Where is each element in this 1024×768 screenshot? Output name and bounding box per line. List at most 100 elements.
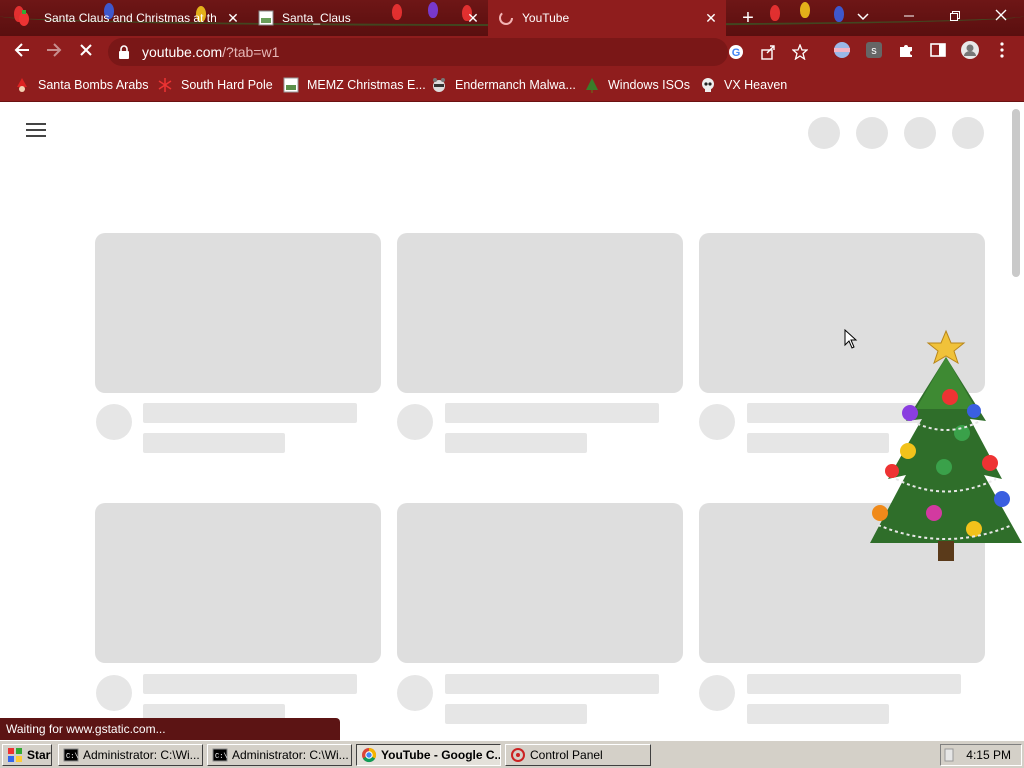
taskbar-item-label: Administrator: C:\Wi... (232, 748, 349, 762)
channel-avatar-placeholder (397, 675, 433, 711)
bookmark-label: Windows ISOs (608, 78, 690, 92)
tab-youtube[interactable]: YouTube ✕ (488, 0, 726, 36)
address-bar[interactable]: youtube.com/?tab=w1 G (108, 38, 808, 66)
bookmark-windows-isos[interactable]: Windows ISOs (584, 76, 690, 94)
forward-button[interactable] (42, 40, 66, 64)
svg-text:G: G (732, 47, 741, 59)
video-thumbnail-placeholder (397, 503, 683, 663)
extension-button[interactable] (830, 40, 854, 64)
extension-button[interactable]: s (862, 40, 886, 64)
christmas-light (770, 5, 780, 21)
arrow-right-icon (46, 42, 62, 63)
tab-santa-claus-christmas[interactable]: Santa Claus and Christmas at the ✕ (0, 0, 248, 36)
profile-button[interactable] (958, 40, 982, 64)
taskbar-item-chrome[interactable]: YouTube - Google C... (356, 744, 501, 766)
snowflake-icon (157, 77, 173, 93)
start-button[interactable]: Start (2, 744, 52, 766)
side-panel-icon (930, 42, 946, 63)
url-path: /?tab=w1 (222, 44, 280, 60)
header-placeholder-circle (808, 117, 840, 149)
bookmark-vx-heaven[interactable]: VX Heaven (700, 76, 787, 94)
tab-strip: Santa Claus and Christmas at the ✕ Santa… (0, 0, 1024, 36)
bookmarks-bar: Santa Bombs Arabs South Hard Pole MEMZ C… (0, 68, 1024, 102)
christmas-tree-decoration (852, 329, 1024, 569)
image-file-icon (258, 10, 274, 26)
back-button[interactable] (10, 40, 34, 64)
windows-logo-icon (7, 747, 23, 763)
side-panel-button[interactable] (926, 40, 950, 64)
flag-extension-icon (833, 41, 851, 64)
restore-icon (950, 8, 960, 24)
browser-toolbar: youtube.com/?tab=w1 G s (0, 36, 1024, 68)
taskbar-item-cmd-1[interactable]: C:\ Administrator: C:\Wi... (58, 744, 203, 766)
puzzle-icon (898, 42, 914, 63)
lock-icon (118, 45, 130, 59)
video-thumbnail-placeholder (95, 503, 381, 663)
taskbar-item-cmd-2[interactable]: C:\ Administrator: C:\Wi... (207, 744, 352, 766)
video-thumbnail-placeholder (95, 233, 381, 393)
video-meta-placeholder (445, 704, 587, 724)
close-icon[interactable]: ✕ (224, 9, 242, 27)
windows-taskbar: Start C:\ Administrator: C:\Wi... C:\ Ad… (0, 740, 1024, 768)
minimize-button[interactable] (886, 0, 932, 32)
tab-title: YouTube (522, 11, 570, 25)
minimize-icon (904, 8, 914, 24)
clock: 4:15 PM (966, 748, 1011, 762)
avatar-icon (960, 40, 980, 65)
chrome-icon (361, 747, 377, 763)
close-icon (995, 8, 1007, 24)
status-bubble: Waiting for www.gstatic.com... (0, 718, 340, 740)
video-title-placeholder (143, 403, 357, 423)
bookmark-endermanch-malware[interactable]: Endermanch Malwa... (431, 76, 576, 94)
bookmark-south-hard-pole[interactable]: South Hard Pole (157, 76, 273, 94)
close-icon[interactable]: ✕ (464, 9, 482, 27)
new-tab-button[interactable]: + (734, 2, 762, 34)
video-title-placeholder (143, 674, 357, 694)
tab-santa-claus[interactable]: Santa_Claus ✕ (248, 0, 488, 36)
kebab-menu-icon (1000, 41, 1004, 63)
image-file-icon (283, 77, 299, 93)
channel-avatar-placeholder (96, 404, 132, 440)
scrollbar-thumb[interactable] (1012, 109, 1020, 277)
tab-search-button[interactable] (840, 0, 886, 32)
taskbar-item-control-panel[interactable]: Control Panel (505, 744, 651, 766)
video-meta-placeholder (143, 433, 285, 453)
arrow-left-icon (14, 42, 30, 63)
control-panel-icon (510, 747, 526, 763)
share-icon[interactable] (760, 44, 776, 60)
video-meta-placeholder (747, 704, 889, 724)
christmas-light (800, 2, 810, 18)
close-icon (79, 43, 93, 62)
loading-spinner-icon (498, 10, 514, 26)
video-title-placeholder (445, 403, 659, 423)
santa-icon (14, 77, 30, 93)
cmd-icon: C:\ (212, 747, 228, 763)
cmd-icon: C:\ (63, 747, 79, 763)
start-label: Start (27, 748, 52, 762)
channel-avatar-placeholder (699, 404, 735, 440)
taskbar-item-label: Control Panel (530, 748, 603, 762)
s-extension-icon: s (865, 41, 883, 64)
tab-title: Santa_Claus (282, 11, 351, 25)
system-tray: 4:15 PM (940, 744, 1022, 766)
bookmark-santa-bombs-arabs[interactable]: Santa Bombs Arabs (14, 76, 148, 94)
extensions-menu-button[interactable] (894, 40, 918, 64)
url-host: youtube.com (142, 44, 223, 60)
youtube-page (0, 103, 1024, 740)
bookmark-label: Endermanch Malwa... (455, 78, 576, 92)
restore-button[interactable] (932, 0, 978, 32)
svg-text:s: s (871, 45, 877, 57)
browser-menu-button[interactable] (990, 40, 1014, 64)
taskbar-item-label: YouTube - Google C... (381, 748, 501, 762)
video-title-placeholder (747, 674, 961, 694)
header-placeholder-circle (904, 117, 936, 149)
hamburger-menu-icon[interactable] (26, 123, 46, 139)
chevron-down-icon (857, 8, 869, 24)
close-icon[interactable]: ✕ (702, 9, 720, 27)
star-icon[interactable] (792, 44, 808, 60)
close-window-button[interactable] (978, 0, 1024, 32)
tray-icon[interactable] (944, 748, 954, 762)
google-lens-icon[interactable]: G (728, 44, 744, 60)
stop-loading-button[interactable] (74, 40, 98, 64)
bookmark-memz-christmas[interactable]: MEMZ Christmas E... (283, 76, 426, 94)
